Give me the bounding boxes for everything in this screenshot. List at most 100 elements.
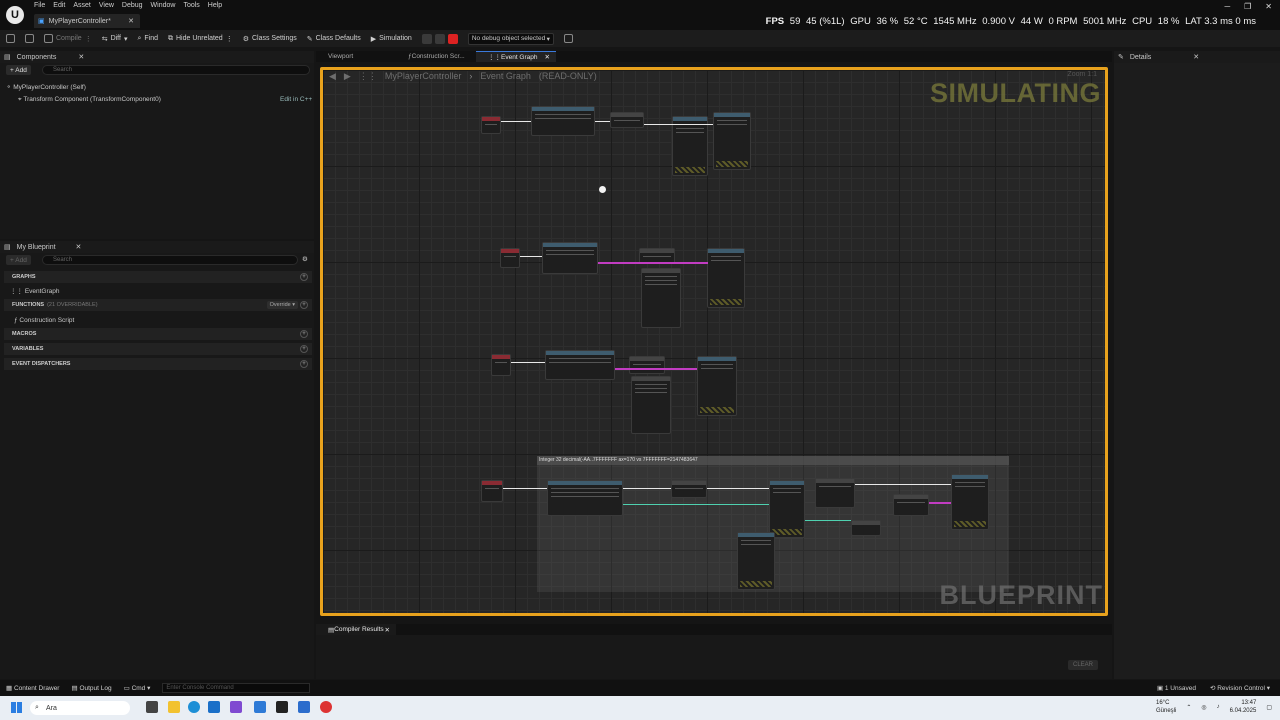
notification-icon[interactable]: ▢ [1266, 704, 1272, 711]
tab-compiler-results[interactable]: ▤ Compiler Results ✕ [316, 624, 396, 635]
menu-debug[interactable]: Debug [122, 2, 151, 9]
event-node[interactable] [491, 354, 511, 376]
output-log-button[interactable]: ▤ Output Log [71, 684, 111, 692]
find-button[interactable]: ⌕ Find [137, 35, 158, 43]
struct-node[interactable] [737, 532, 775, 590]
save-button[interactable] [6, 34, 15, 43]
clock[interactable]: 13:47 6.04.2025 [1230, 699, 1257, 715]
hide-unrelated-button[interactable]: ⧉ Hide Unrelated ⋮ [168, 35, 233, 43]
struct-node[interactable] [631, 376, 671, 434]
close-my-blueprint-icon[interactable]: ✕ [76, 243, 82, 251]
document-tab[interactable]: ▣ MyPlayerController* ✕ [34, 14, 140, 28]
menu-edit[interactable]: Edit [53, 2, 73, 9]
function-node[interactable] [531, 106, 595, 136]
add-component-button[interactable]: + Add [6, 65, 31, 75]
visual-studio-icon[interactable] [230, 701, 242, 713]
revision-control-button[interactable]: ⟲ Revision Control ▾ [1210, 684, 1270, 692]
console-command-input[interactable]: Enter Console Command [162, 683, 311, 693]
stop-button[interactable] [447, 33, 458, 44]
debug-object-select[interactable]: No debug object selected ▾ [467, 32, 554, 45]
outlook-icon[interactable] [208, 701, 220, 713]
struct-node[interactable] [641, 268, 681, 328]
function-node[interactable] [893, 494, 929, 516]
event-node[interactable] [481, 480, 503, 502]
tab-construction-script[interactable]: ƒ Construction Scr... [396, 51, 476, 62]
settings-gear-icon[interactable]: ⚙ [302, 255, 308, 263]
tree-item-transform[interactable]: ⌖ Transform Component (TransformComponen… [18, 96, 161, 104]
file-explorer-icon[interactable] [168, 701, 180, 713]
pause-button[interactable] [421, 33, 432, 44]
function-node[interactable] [815, 478, 855, 508]
tree-item-self[interactable]: ⚬ MyPlayerController (Self) [6, 83, 86, 91]
math-node[interactable] [851, 520, 881, 536]
weather-widget[interactable]: 16°C Güneşli [1156, 699, 1176, 715]
add-dispatcher-icon[interactable]: + [300, 360, 308, 368]
override-dropdown[interactable]: Override ▾ [266, 301, 298, 309]
tab-event-graph[interactable]: ⋮⋮ Event Graph ✕ [476, 51, 556, 62]
event-node[interactable] [481, 116, 501, 134]
maximize-icon[interactable]: ❐ [1244, 2, 1251, 11]
tree-item-event-graph[interactable]: ⋮⋮ EventGraph [10, 287, 60, 295]
function-node[interactable] [629, 356, 665, 374]
menu-window[interactable]: Window [151, 2, 184, 9]
browse-button[interactable] [25, 34, 34, 43]
components-search-input[interactable]: Search [42, 65, 310, 75]
print-node[interactable] [713, 112, 751, 170]
print-node[interactable] [707, 248, 745, 308]
function-node[interactable] [610, 112, 644, 128]
menu-tools[interactable]: Tools [183, 2, 207, 9]
menu-file[interactable]: File [34, 2, 53, 9]
minimize-icon[interactable]: ─ [1224, 2, 1230, 11]
chrome-icon[interactable] [320, 701, 332, 713]
edit-in-cpp-link[interactable]: Edit in C++ [280, 96, 312, 103]
content-drawer-button[interactable]: ▦ Content Drawer [6, 684, 59, 692]
function-node[interactable] [545, 350, 615, 380]
print-node[interactable] [951, 474, 989, 530]
tab-viewport[interactable]: Viewport [316, 51, 396, 62]
unsaved-button[interactable]: ▣ 1 Unsaved [1157, 684, 1196, 692]
task-view-icon[interactable] [146, 701, 158, 713]
menu-help[interactable]: Help [208, 2, 230, 9]
cmd-button[interactable]: ▭ Cmd ▾ [124, 684, 151, 692]
taskbar-search[interactable]: ⌕ Ara [30, 701, 130, 715]
struct-node[interactable] [769, 480, 805, 538]
breadcrumb-root[interactable]: MyPlayerController [385, 71, 462, 81]
calculator-icon[interactable] [254, 701, 266, 713]
close-event-graph-icon[interactable]: ✕ [545, 53, 550, 61]
unreal-logo-icon[interactable]: U [6, 6, 24, 24]
diff-button[interactable]: ⇆ Diff ▾ [102, 35, 128, 43]
section-functions[interactable]: FUNCTIONS (21 OVERRIDABLE) Override ▾ + [4, 299, 312, 311]
simulation-button[interactable]: ▶ Simulation [371, 35, 412, 43]
section-event-dispatchers[interactable]: EVENT DISPATCHERS + [4, 358, 312, 370]
close-components-icon[interactable]: ✕ [78, 53, 84, 61]
back-arrow-icon[interactable]: ◀ [329, 71, 336, 82]
debug-find-button[interactable] [563, 34, 573, 43]
event-graph-canvas[interactable]: ◀ ▶ ⋮⋮ MyPlayerController › Event Graph … [320, 67, 1108, 616]
menu-asset[interactable]: Asset [73, 2, 99, 9]
volume-icon[interactable]: ♪ [1217, 704, 1220, 710]
add-member-button[interactable]: + Add [6, 255, 31, 265]
windows-start-icon[interactable] [11, 702, 22, 713]
edge-icon[interactable] [188, 701, 200, 713]
clear-button[interactable]: CLEAR [1068, 660, 1098, 670]
print-node[interactable] [697, 356, 737, 416]
function-node[interactable] [671, 480, 707, 498]
close-window-icon[interactable]: ✕ [1265, 2, 1272, 11]
forward-arrow-icon[interactable]: ▶ [344, 71, 351, 82]
unreal-taskbar-icon[interactable] [276, 701, 288, 713]
compile-button[interactable]: Compile ⋮ [44, 34, 92, 43]
add-graph-icon[interactable]: + [300, 273, 308, 281]
breadcrumb-graph[interactable]: Event Graph [480, 71, 531, 81]
class-defaults-button[interactable]: ✎ Class Defaults [307, 35, 361, 43]
struct-node[interactable] [672, 116, 708, 176]
my-blueprint-search-input[interactable]: Search [42, 255, 298, 265]
function-node[interactable] [542, 242, 598, 274]
app-icon[interactable] [298, 701, 310, 713]
close-details-icon[interactable]: ✕ [1193, 53, 1199, 61]
tray-expand-icon[interactable]: ⌃ [1186, 704, 1191, 711]
step-button[interactable] [434, 33, 445, 44]
add-function-icon[interactable]: + [300, 301, 308, 309]
class-settings-button[interactable]: ⚙ Class Settings [243, 35, 297, 43]
section-variables[interactable]: VARIABLES + [4, 343, 312, 355]
event-node[interactable] [500, 248, 520, 268]
